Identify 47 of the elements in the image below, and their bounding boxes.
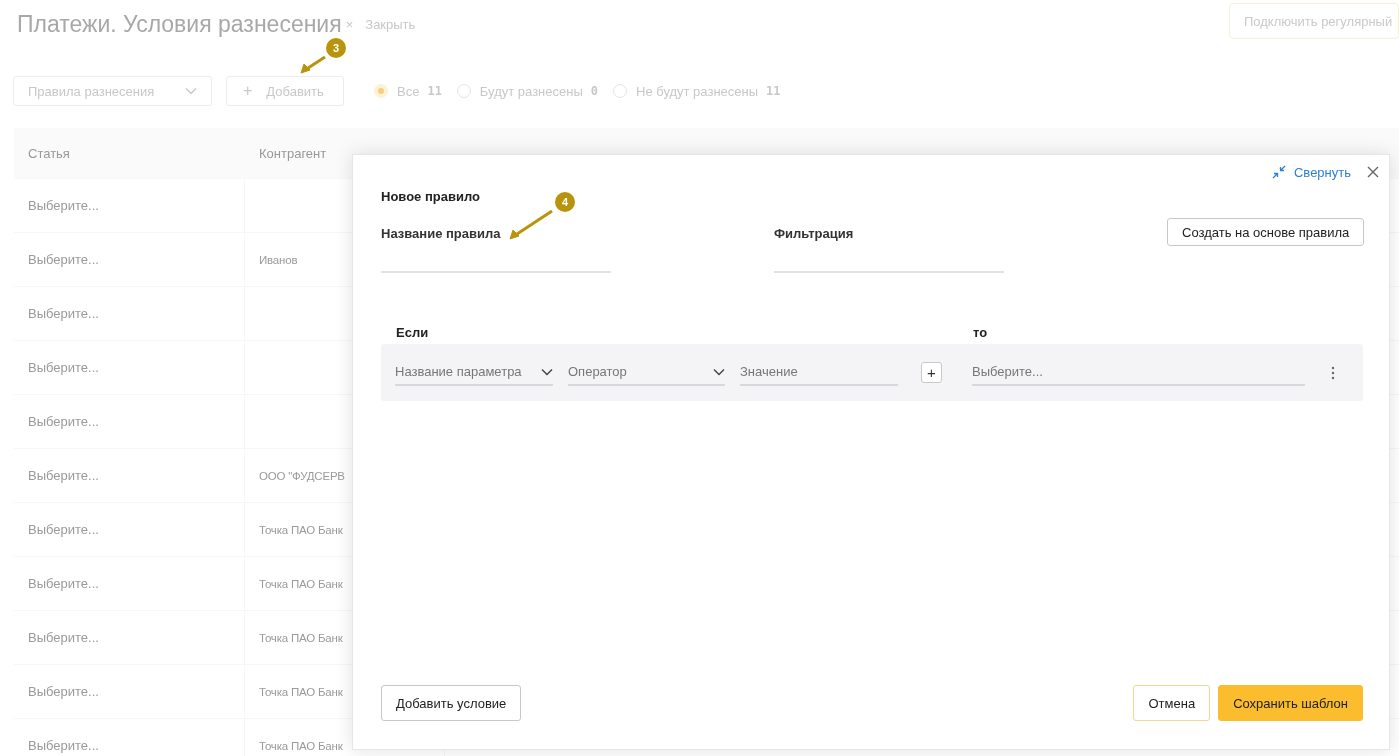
radio-button[interactable] bbox=[374, 84, 388, 98]
table-cell[interactable]: Выберите... bbox=[28, 522, 99, 537]
then-label: то bbox=[973, 325, 988, 340]
column-header: Статья bbox=[27, 144, 71, 163]
column-header: Контрагент bbox=[258, 144, 328, 163]
add-button[interactable]: + bbox=[921, 362, 942, 383]
operator-select[interactable]: Оператор bbox=[568, 359, 725, 386]
table-cell[interactable]: Выберите... bbox=[28, 414, 99, 429]
value-field[interactable]: Значение bbox=[740, 359, 898, 386]
table-cell[interactable]: Выберите... bbox=[28, 198, 99, 213]
table-cell[interactable]: Выберите... bbox=[28, 252, 99, 267]
dialog-title: Новое правило bbox=[381, 189, 480, 204]
table-cell: Иванов bbox=[259, 253, 298, 266]
cancel-button[interactable]: Отмена bbox=[1133, 685, 1211, 721]
table-cell[interactable]: Выберите... bbox=[28, 360, 99, 375]
page-title: Платежи. Условия разнесения bbox=[17, 11, 342, 37]
table-cell[interactable]: Выберите... bbox=[28, 738, 99, 753]
collapse-link[interactable]: Свернуть bbox=[1272, 164, 1351, 180]
table-cell: Точка ПАО Банк bbox=[259, 685, 343, 698]
close-button[interactable]: × bbox=[343, 16, 356, 32]
table-cell[interactable]: Выберите... bbox=[28, 576, 99, 591]
chevron-icon bbox=[185, 87, 197, 95]
field-label: Фильтрация bbox=[774, 226, 855, 241]
action-select[interactable]: Выберите... bbox=[972, 359, 1305, 386]
save-button[interactable]: Сохранить шаблон bbox=[1218, 685, 1363, 721]
more-icon[interactable] bbox=[1331, 365, 1335, 380]
table-cell[interactable]: Выберите... bbox=[28, 630, 99, 645]
table-cell: Точка ПАО Банк bbox=[259, 631, 343, 644]
if-label: Если bbox=[396, 325, 430, 340]
table-cell: ООО "ФУДСЕРВ bbox=[259, 469, 345, 482]
table-cell[interactable]: Выберите... bbox=[28, 468, 99, 483]
table-cell: Точка ПАО Банк bbox=[259, 739, 343, 752]
chevron-icon bbox=[713, 367, 725, 376]
create-from-rule-button[interactable]: Создать на основе правила bbox=[1167, 218, 1365, 246]
table-cell: Точка ПАО Банк bbox=[259, 523, 343, 536]
table-cell[interactable]: Выберите... bbox=[28, 684, 99, 699]
chevron-icon bbox=[541, 367, 553, 376]
parameter-select[interactable]: Название параметра bbox=[395, 359, 553, 386]
annotation-arrow bbox=[509, 209, 553, 240]
add-condition-button[interactable]: Добавить условие bbox=[381, 685, 522, 721]
annotation-badge: 3 bbox=[326, 38, 346, 58]
close-icon[interactable] bbox=[1367, 166, 1379, 178]
collapse-icon bbox=[1272, 165, 1286, 179]
table-cell[interactable]: Выберите... bbox=[28, 306, 99, 321]
field-label: Название правила bbox=[381, 226, 502, 241]
annotation-arrow bbox=[300, 55, 326, 74]
table-cell: Точка ПАО Банк bbox=[259, 577, 343, 590]
